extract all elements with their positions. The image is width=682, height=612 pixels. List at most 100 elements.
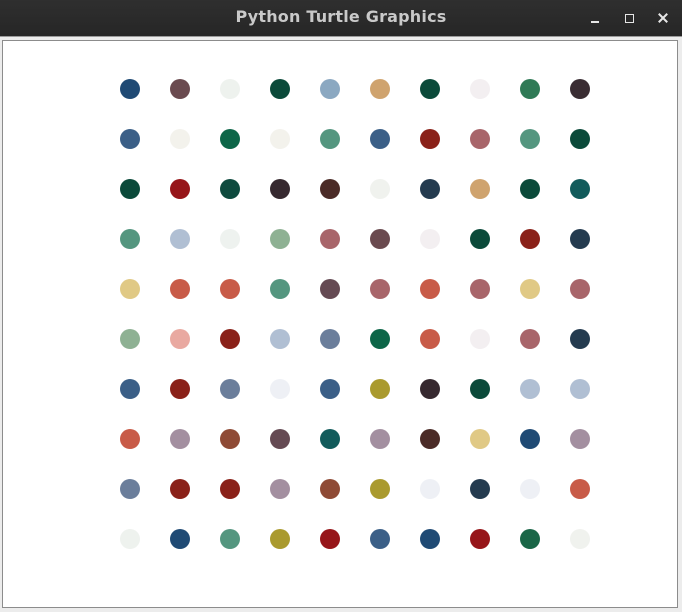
- minimize-icon: [591, 21, 599, 23]
- dot: [420, 329, 440, 349]
- title-bar[interactable]: Python Turtle Graphics: [0, 0, 682, 36]
- dot: [270, 79, 290, 99]
- dot: [470, 229, 490, 249]
- dot: [170, 79, 190, 99]
- dot: [220, 179, 240, 199]
- dot: [270, 329, 290, 349]
- dot: [270, 279, 290, 299]
- dot: [370, 129, 390, 149]
- dot: [520, 179, 540, 199]
- dot: [120, 279, 140, 299]
- dot: [120, 429, 140, 449]
- dot: [320, 279, 340, 299]
- dot: [520, 479, 540, 499]
- dot: [520, 229, 540, 249]
- dot: [470, 479, 490, 499]
- turtle-canvas[interactable]: [2, 40, 678, 608]
- dot: [370, 329, 390, 349]
- minimize-button[interactable]: [583, 6, 607, 30]
- dot: [170, 179, 190, 199]
- dot: [320, 429, 340, 449]
- dot: [370, 79, 390, 99]
- dot: [170, 379, 190, 399]
- dot: [220, 129, 240, 149]
- dot: [570, 529, 590, 549]
- dot: [270, 129, 290, 149]
- dot: [370, 229, 390, 249]
- dot: [420, 479, 440, 499]
- dot: [320, 479, 340, 499]
- dot: [420, 429, 440, 449]
- dot: [370, 429, 390, 449]
- dot: [220, 279, 240, 299]
- dot: [220, 529, 240, 549]
- dot: [470, 379, 490, 399]
- dot: [520, 329, 540, 349]
- dot: [220, 329, 240, 349]
- dot: [570, 479, 590, 499]
- dot: [220, 79, 240, 99]
- dot: [520, 379, 540, 399]
- dot: [420, 379, 440, 399]
- dot: [570, 79, 590, 99]
- dot: [520, 129, 540, 149]
- dot: [170, 529, 190, 549]
- dot: [370, 529, 390, 549]
- dot: [120, 79, 140, 99]
- dot: [420, 129, 440, 149]
- dot: [270, 179, 290, 199]
- dot: [570, 279, 590, 299]
- dot: [120, 129, 140, 149]
- dot: [120, 529, 140, 549]
- dot: [120, 179, 140, 199]
- dot: [170, 479, 190, 499]
- dot: [320, 529, 340, 549]
- dot: [220, 479, 240, 499]
- dot: [270, 379, 290, 399]
- dot: [220, 229, 240, 249]
- dot: [420, 229, 440, 249]
- dot: [570, 229, 590, 249]
- maximize-button[interactable]: [617, 6, 641, 30]
- close-icon: [658, 13, 668, 23]
- dot: [320, 129, 340, 149]
- dot: [420, 79, 440, 99]
- maximize-icon: [624, 13, 634, 23]
- dot: [520, 529, 540, 549]
- dot: [120, 479, 140, 499]
- dot: [420, 179, 440, 199]
- dot: [470, 279, 490, 299]
- close-button[interactable]: [651, 6, 675, 30]
- dot: [320, 79, 340, 99]
- dot: [520, 279, 540, 299]
- dot: [170, 329, 190, 349]
- dot-grid: [120, 79, 590, 549]
- dot: [570, 329, 590, 349]
- dot: [520, 79, 540, 99]
- canvas-frame: [0, 36, 682, 612]
- dot: [420, 529, 440, 549]
- dot: [370, 279, 390, 299]
- dot: [420, 279, 440, 299]
- dot: [120, 329, 140, 349]
- dot: [220, 429, 240, 449]
- dot: [470, 529, 490, 549]
- dot: [170, 129, 190, 149]
- dot: [320, 379, 340, 399]
- dot: [470, 129, 490, 149]
- dot: [470, 329, 490, 349]
- window-title: Python Turtle Graphics: [235, 7, 447, 26]
- dot: [370, 379, 390, 399]
- dot: [120, 229, 140, 249]
- dot: [570, 129, 590, 149]
- dot: [320, 329, 340, 349]
- dot: [220, 379, 240, 399]
- dot: [470, 179, 490, 199]
- dot: [320, 229, 340, 249]
- dot: [170, 429, 190, 449]
- dot: [270, 529, 290, 549]
- dot: [270, 229, 290, 249]
- dot: [520, 429, 540, 449]
- dot: [570, 429, 590, 449]
- dot: [570, 379, 590, 399]
